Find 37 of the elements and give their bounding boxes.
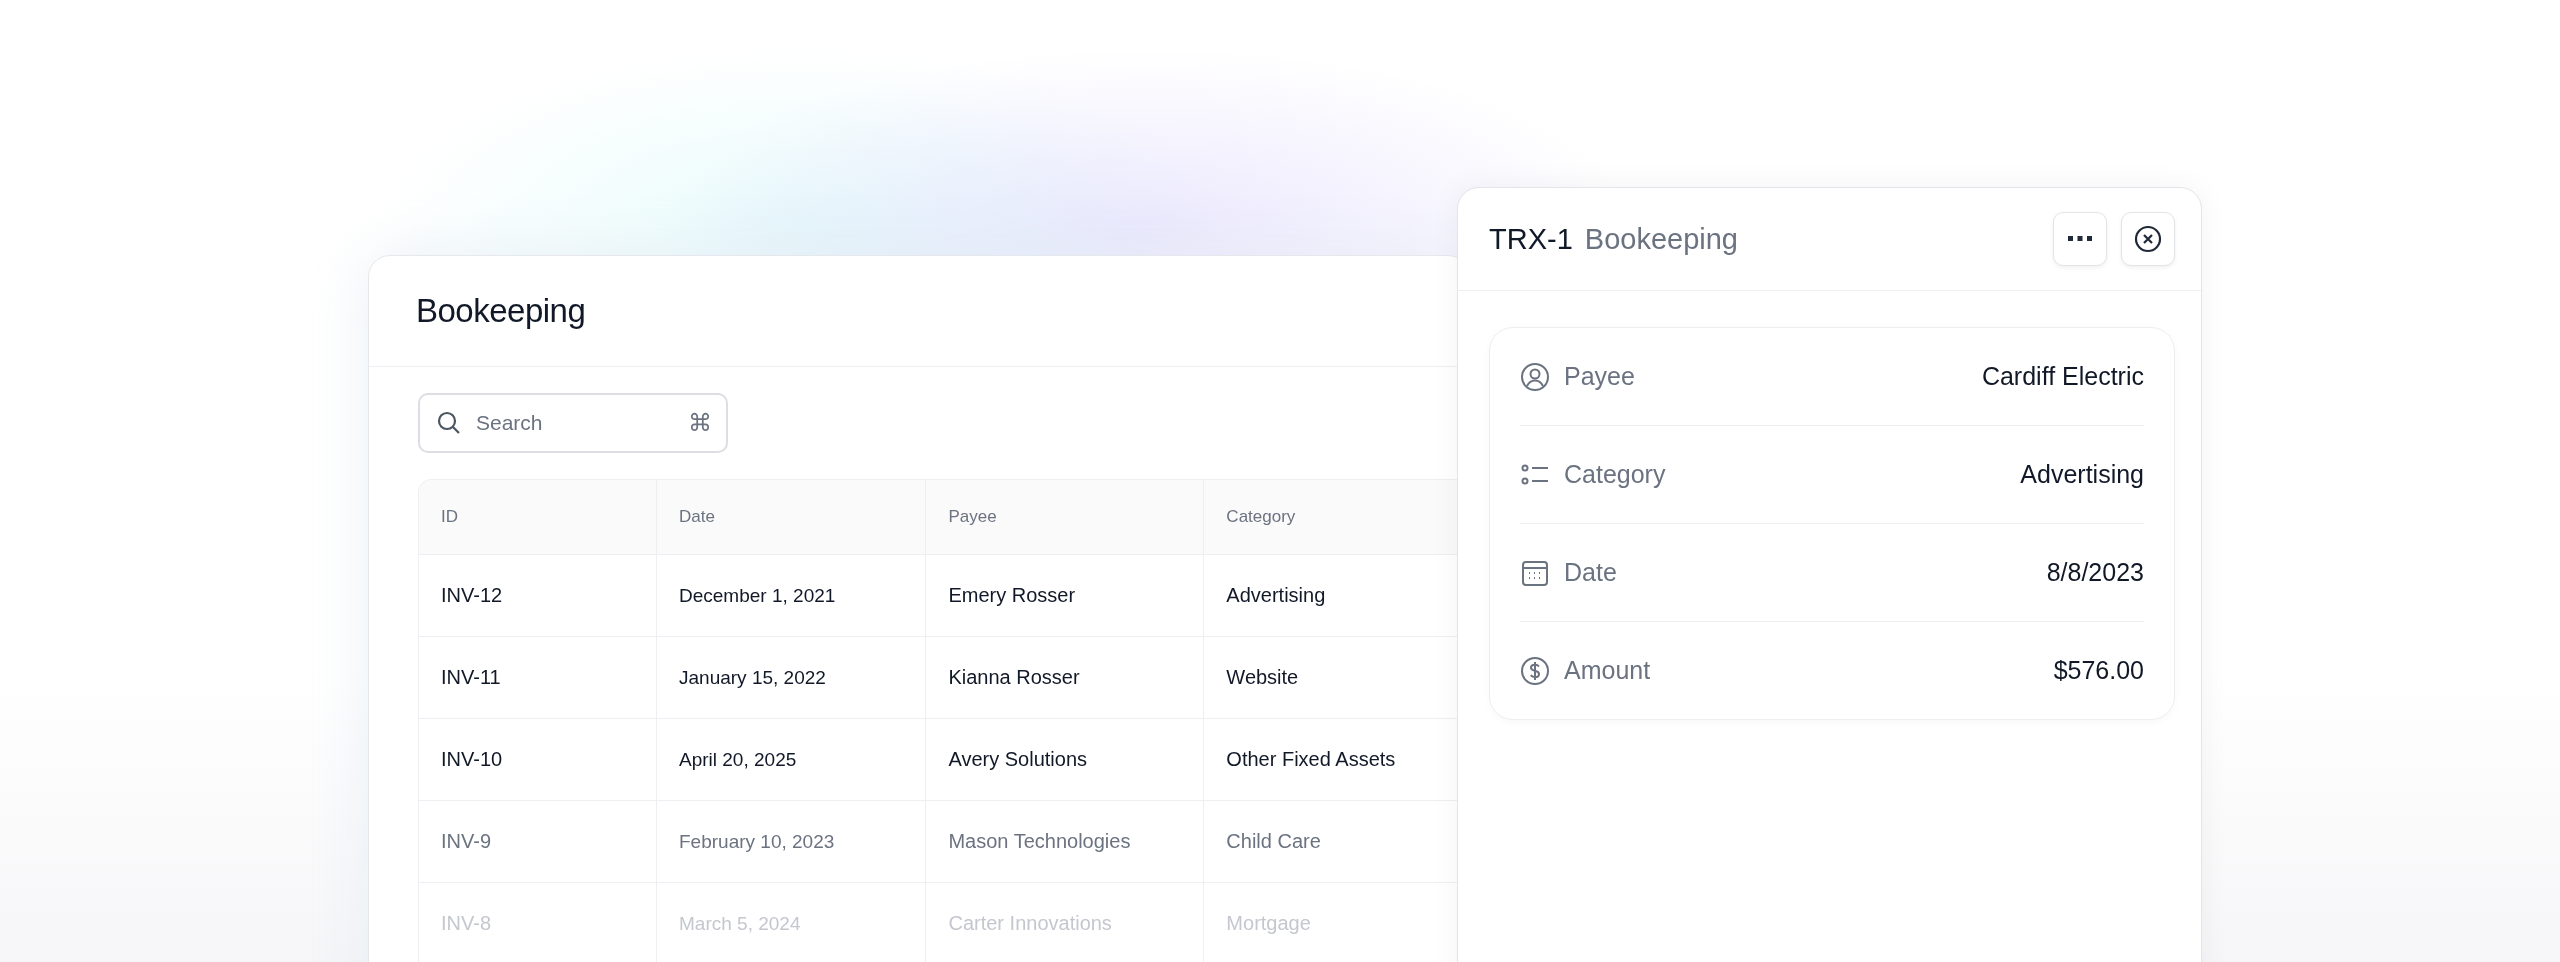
search-icon [436,410,462,436]
table-cell: February 10, 2023 [657,801,927,883]
field-label: Category [1564,460,1667,489]
table-cell: INV-11 [419,637,657,719]
table-cell: Avery Solutions [926,719,1205,801]
close-button[interactable] [2121,212,2175,266]
table-cell: INV-9 [419,801,657,883]
column-header: ID [419,480,657,555]
table-cell: Emery Rosser [926,555,1205,637]
table-cell: December 1, 2021 [657,555,927,637]
shortcut-key: ⌘ [688,409,712,437]
field-value: Cardiff Electric [1981,362,2144,391]
table-cell: Kianna Rosser [926,637,1205,719]
table-cell: INV-10 [419,719,657,801]
table-cell: April 20, 2025 [657,719,927,801]
field-label: Payee [1564,362,1636,391]
table-cell: INV-12 [419,555,657,637]
more-icon [2068,236,2092,242]
field-value: 8/8/2023 [2046,558,2144,587]
table-cell: Mason Technologies [926,801,1205,883]
close-icon [2134,225,2162,253]
column-header: Payee [926,480,1205,555]
field-value: Advertising [2020,460,2144,489]
field-label: Date [1564,558,1618,587]
transaction-id: TRX-1 [1489,222,1573,256]
field-value: $576.00 [2053,656,2144,685]
more-button[interactable] [2053,212,2107,266]
table-cell: March 5, 2024 [657,883,927,962]
field-label: Amount [1564,656,1652,685]
card-title: Bookeeping [416,292,586,330]
dollar-icon [1520,655,1550,686]
table-cell: Carter Innovations [926,883,1205,962]
user-icon [1520,361,1550,392]
panel-subtitle: Bookeeping [1584,222,1739,256]
column-header: Date [657,480,927,555]
table-cell: January 15, 2022 [657,637,927,719]
table-cell: INV-8 [419,883,657,962]
